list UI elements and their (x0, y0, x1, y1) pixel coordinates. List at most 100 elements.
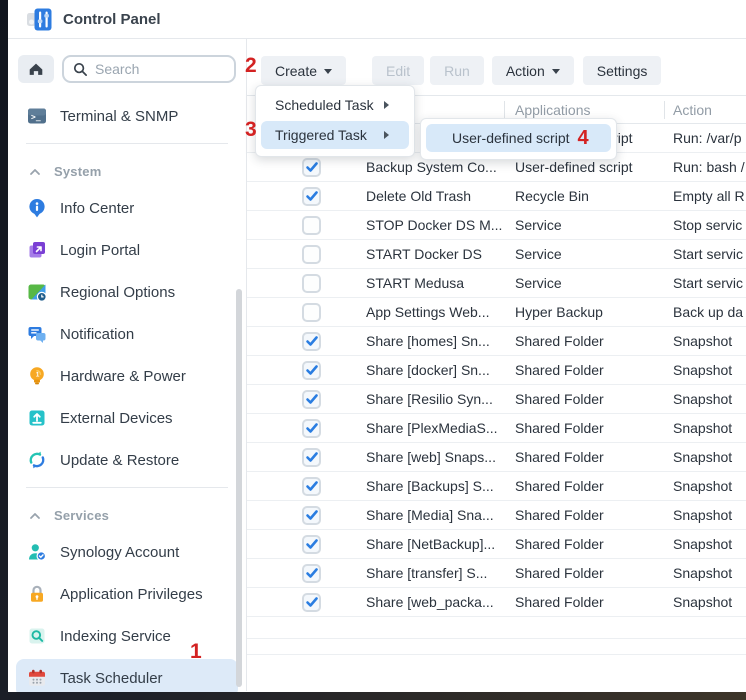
row-checkbox[interactable] (302, 593, 321, 612)
row-action-cell: Start servic (665, 246, 746, 262)
table-row[interactable]: Share [web_packa... Shared FolderSnapshot (247, 588, 746, 617)
task-name: Share [web_packa... (366, 594, 494, 610)
title-bar: Control Panel (8, 0, 746, 39)
submenu-item-user-defined-script[interactable]: User-defined script 4 (426, 124, 611, 152)
table-row[interactable]: Share [docker] Sn...Shared FolderSnapsho… (247, 356, 746, 385)
table-row[interactable]: Delete Old TrashRecycle BinEmpty all R (247, 182, 746, 211)
task-name: STOP Docker DS M... (366, 217, 502, 233)
update-restore-icon (27, 450, 47, 470)
row-checkbox[interactable] (302, 274, 321, 293)
sidebar-item-label: Synology Account (60, 544, 179, 561)
sidebar-item-regional-options[interactable]: Regional Options (16, 273, 238, 311)
row-checkbox[interactable] (302, 535, 321, 554)
sidebar-item-terminal-snmp[interactable]: >_Terminal & SNMP (16, 97, 238, 135)
search-input[interactable]: Search (62, 55, 236, 83)
row-application-cell: Service (505, 217, 665, 233)
annotation-number: 1 (190, 640, 202, 664)
table-row[interactable]: Share [transfer] S...Shared FolderSnapsh… (247, 559, 746, 588)
task-name: Share [Backups] S... (366, 478, 494, 494)
menu-item-scheduled-task[interactable]: Scheduled Task (261, 91, 409, 119)
annotation-number: 4 (578, 127, 589, 150)
settings-button[interactable]: Settings (583, 56, 662, 85)
search-icon (73, 62, 88, 77)
sidebar-item-task-scheduler[interactable]: Task Scheduler (16, 659, 238, 692)
sidebar-item-login-portal[interactable]: Login Portal (16, 231, 238, 269)
sidebar-item-notification[interactable]: Notification (16, 315, 238, 353)
table-row[interactable]: Share [Resilio Syn...Shared FolderSnapsh… (247, 385, 746, 414)
sidebar-item-external-devices[interactable]: External Devices (16, 399, 238, 437)
row-application-cell: Recycle Bin (505, 188, 665, 204)
row-checkbox[interactable] (302, 390, 321, 409)
row-checkbox[interactable] (302, 303, 321, 322)
table-row[interactable]: App Settings Web...Hyper BackupBack up d… (247, 298, 746, 327)
table-row[interactable]: START MedusaServiceStart servic (247, 269, 746, 298)
row-action-cell: Snapshot (665, 507, 746, 523)
table-row[interactable]: Share [PlexMediaS...Shared FolderSnapsho… (247, 414, 746, 443)
terminal-icon: >_ (27, 106, 47, 126)
row-action-cell: Run: /var/p (665, 130, 746, 146)
row-checkbox[interactable] (302, 158, 321, 177)
row-checkbox[interactable] (302, 419, 321, 438)
menu-item-label: User-defined script (452, 130, 570, 146)
sidebar: Search >_Terminal & SNMP SystemInfo Cent… (8, 39, 247, 691)
sidebar-divider (26, 143, 228, 144)
row-name-cell: START Medusa (247, 274, 505, 293)
sidebar-item-synology-account[interactable]: Synology Account (16, 533, 238, 571)
row-application-cell: Shared Folder (505, 420, 665, 436)
row-action-cell: Run: bash / (665, 159, 746, 175)
row-application-cell: Shared Folder (505, 333, 665, 349)
sidebar-item-update-restore[interactable]: Update & Restore (16, 441, 238, 479)
table-row[interactable]: STOP Docker DS M...ServiceStop servic (247, 211, 746, 240)
row-checkbox[interactable] (302, 506, 321, 525)
row-checkbox[interactable] (302, 564, 321, 583)
sidebar-item-info-center[interactable]: Info Center (16, 189, 238, 227)
task-name: Share [PlexMediaS... (366, 420, 498, 436)
sidebar-item-label: Indexing Service (60, 628, 171, 645)
row-name-cell: STOP Docker DS M... (247, 216, 505, 235)
row-checkbox[interactable] (302, 448, 321, 467)
table-row[interactable]: Share [Media] Sna...Shared FolderSnapsho… (247, 501, 746, 530)
row-action-cell: Snapshot (665, 565, 746, 581)
table-row[interactable]: Share [homes] Sn...Shared FolderSnapshot (247, 327, 746, 356)
table-row[interactable]: Share [NetBackup]...Shared FolderSnapsho… (247, 530, 746, 559)
sidebar-item-hardware-power[interactable]: 1Hardware & Power (16, 357, 238, 395)
task-table: ApplicationsAction User-defined scriptRu… (247, 95, 746, 655)
row-checkbox[interactable] (302, 332, 321, 351)
table-row[interactable]: START Docker DSServiceStart servic (247, 240, 746, 269)
triggered-task-submenu: User-defined script 4 (420, 118, 617, 160)
menu-item-triggered-task[interactable]: Triggered Task (261, 121, 409, 149)
menu-item-label: Triggered Task (275, 127, 367, 143)
row-action-cell: Snapshot (665, 478, 746, 494)
login-portal-icon (27, 240, 47, 260)
section-header-services[interactable]: Services (8, 496, 246, 533)
table-row[interactable]: Share [Backups] S...Shared FolderSnapsho… (247, 472, 746, 501)
sidebar-item-label: External Devices (60, 410, 173, 427)
row-action-cell: Snapshot (665, 594, 746, 610)
action-button[interactable]: Action (492, 56, 574, 85)
chevron-up-icon (28, 509, 42, 523)
row-action-cell: Snapshot (665, 391, 746, 407)
table-row[interactable]: Share [web] Snaps...Shared FolderSnapsho… (247, 443, 746, 472)
external-devices-icon (27, 408, 47, 428)
indexing-service-icon (27, 626, 47, 646)
row-application-cell: Service (505, 246, 665, 262)
control-panel-icon (26, 6, 53, 33)
sidebar-item-application-privileges[interactable]: Application Privileges (16, 575, 238, 613)
row-checkbox[interactable] (302, 187, 321, 206)
synology-account-icon (27, 542, 47, 562)
sidebar-scrollbar[interactable] (236, 289, 242, 687)
home-button[interactable] (18, 55, 54, 83)
row-checkbox[interactable] (302, 216, 321, 235)
svg-text:1: 1 (36, 372, 40, 379)
sidebar-item-indexing-service[interactable]: Indexing Service (16, 617, 238, 655)
row-application-cell: Shared Folder (505, 594, 665, 610)
row-name-cell: Share [NetBackup]... (247, 535, 505, 554)
row-checkbox[interactable] (302, 245, 321, 264)
search-placeholder: Search (95, 61, 139, 77)
row-checkbox[interactable] (302, 361, 321, 380)
section-header-system[interactable]: System (8, 152, 246, 189)
task-name: Delete Old Trash (366, 188, 471, 204)
create-button[interactable]: Create (261, 56, 346, 85)
empty-row (247, 617, 746, 639)
row-checkbox[interactable] (302, 477, 321, 496)
